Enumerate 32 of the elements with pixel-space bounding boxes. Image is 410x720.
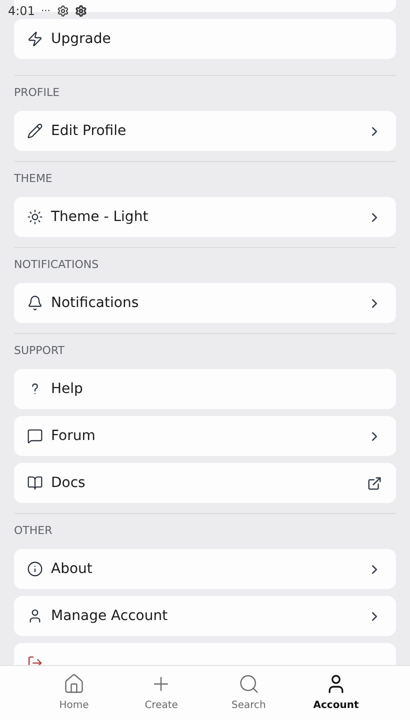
gear-icon <box>74 5 86 17</box>
nav-tab[interactable]: Home <box>44 673 104 713</box>
section-heading: THEME <box>14 172 54 186</box>
section-heading: OTHER <box>14 524 54 538</box>
settings-row[interactable]: Forum <box>14 416 396 456</box>
lightning-icon <box>27 31 43 47</box>
section-heading: PROFILE <box>14 86 61 100</box>
settings-row[interactable]: Upgrade <box>14 19 396 59</box>
section-heading: SUPPORT <box>14 344 66 358</box>
settings-row[interactable]: Theme - Light <box>14 197 396 237</box>
book-icon <box>27 475 43 491</box>
settings-row[interactable]: About <box>14 549 396 589</box>
pencil-icon <box>27 123 43 139</box>
settings-row[interactable]: Notifications <box>14 283 396 323</box>
info-icon <box>27 561 43 577</box>
settings-row[interactable]: Help <box>14 369 396 409</box>
person-icon <box>27 608 43 624</box>
speech-bubble-icon <box>27 428 43 444</box>
nav-tab[interactable]: Account <box>306 673 366 713</box>
search-icon <box>238 673 260 695</box>
nav-tab[interactable]: Create <box>131 673 192 713</box>
sun-icon <box>27 209 43 225</box>
status-more: ··· <box>40 4 50 18</box>
settings-row[interactable]: Edit Profile <box>14 111 396 151</box>
gear-icon <box>56 5 68 17</box>
section-heading: NOTIFICATIONS <box>14 258 100 272</box>
home-icon <box>63 673 85 695</box>
status-time: 4:01 <box>8 3 35 20</box>
settings-row[interactable]: Docs <box>14 463 396 503</box>
settings-row[interactable]: Manage Account <box>14 596 396 636</box>
bell-icon <box>27 295 43 311</box>
nav-tab[interactable]: Search <box>218 673 279 713</box>
